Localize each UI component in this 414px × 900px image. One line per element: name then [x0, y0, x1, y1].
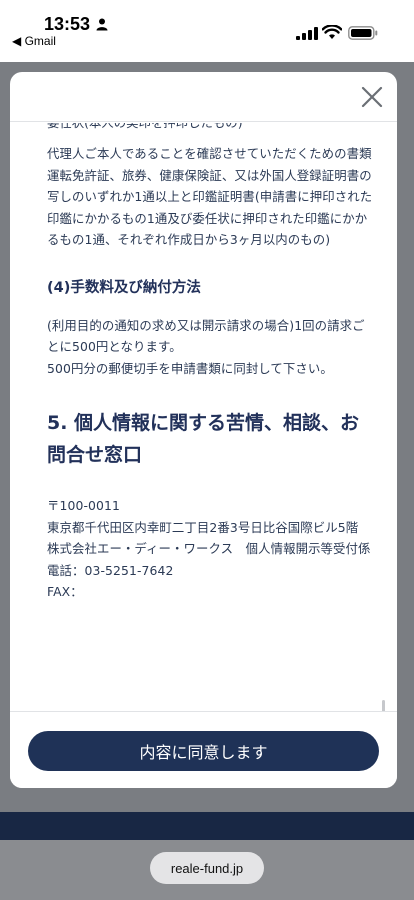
wifi-icon	[322, 25, 342, 39]
fee-paragraph: (利用目的の通知の求め又は開示請求の場合)1回の請求ごとに500円となります。	[47, 317, 365, 355]
section-4-heading: (4)手数料及び納付方法	[47, 279, 201, 296]
contact-fax: FAX：	[47, 584, 83, 599]
url-text: reale-fund.jp	[170, 860, 244, 876]
contact-phone: 電話：03-5251-7642	[47, 562, 174, 578]
cut-off-text-line: 委任状(本人の実印を押印したもの)	[47, 123, 243, 131]
contact-address: 東京都千代田区内幸町二丁目2番3号日比谷国際ビル5階	[47, 519, 359, 535]
contact-company: 株式会社エー・ディー・ワークス 個人情報開示等受付係	[47, 541, 371, 556]
person-icon	[96, 18, 108, 31]
scrollbar[interactable]	[382, 700, 385, 711]
contact-postal: 〒100-0011	[47, 498, 120, 513]
proxy-documents-paragraph: 代理人ご本人であることを確認させていただくための書類運転免許証、旅券、健康保険証…	[47, 146, 373, 247]
url-bar[interactable]: reale-fund.jp	[150, 852, 264, 884]
status-time: 13:53	[44, 14, 91, 34]
page-footer-strip	[0, 812, 414, 840]
status-bar: 13:53 ◀ Gmail	[0, 0, 414, 62]
agree-button[interactable]: 内容に同意します	[28, 731, 379, 771]
battery-icon	[348, 26, 378, 40]
modal-scroll-content[interactable]: 委任状(本人の実印を押印したもの) 代理人ご本人であることを確認させていただくた…	[10, 123, 397, 711]
consent-modal: 委任状(本人の実印を押印したもの) 代理人ご本人であることを確認させていただくた…	[10, 72, 397, 788]
close-icon	[361, 86, 383, 108]
back-to-app-link[interactable]: ◀ Gmail	[12, 34, 56, 48]
modal-header	[10, 72, 397, 122]
close-button[interactable]	[359, 84, 385, 110]
modal-footer: 内容に同意します	[10, 711, 397, 788]
policy-text: 委任状(本人の実印を押印したもの) 代理人ご本人であることを確認させていただくた…	[47, 123, 377, 603]
cellular-signal-icon	[296, 27, 318, 40]
stamp-paragraph: 500円分の郵便切手を申請書類に同封して下さい。	[47, 360, 333, 376]
section-5-heading: 5. 個人情報に関する苦情、相談、お問合せ窓口	[47, 412, 360, 466]
